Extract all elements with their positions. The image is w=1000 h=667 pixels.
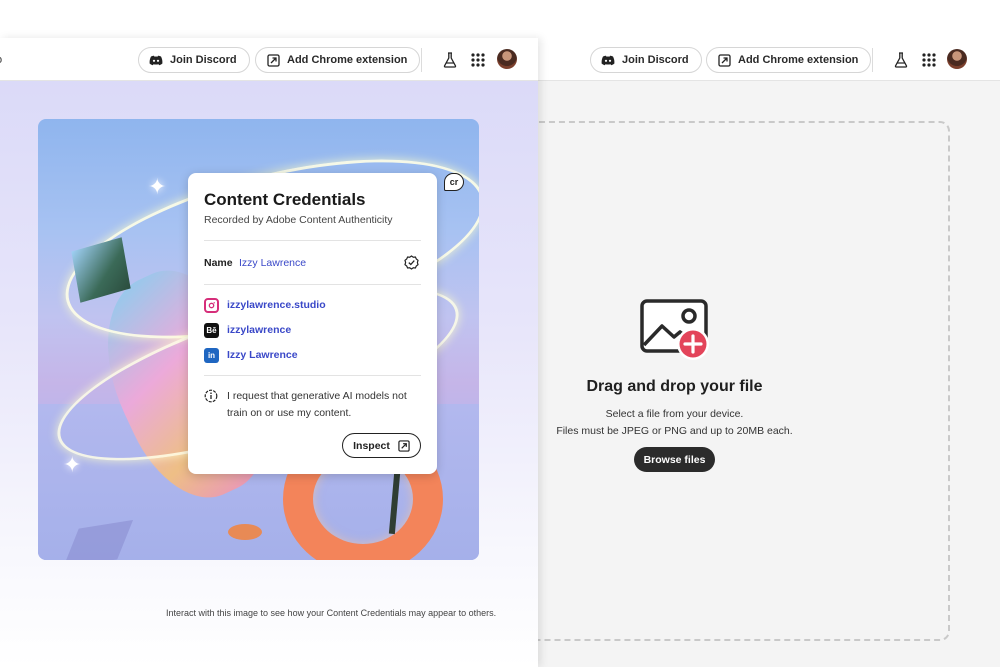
verified-check-icon	[404, 255, 419, 270]
instagram-icon	[204, 297, 219, 313]
external-link-icon	[717, 53, 731, 67]
artwork-fish	[228, 524, 262, 540]
name-label: Name	[204, 257, 233, 269]
truncated-header-text: o	[0, 54, 2, 66]
linkedin-icon: in	[204, 347, 219, 363]
add-chrome-extension-button[interactable]: Add Chrome extension	[255, 47, 421, 73]
add-chrome-extension-label: Add Chrome extension	[287, 54, 408, 66]
behance-handle: izzylawrence	[227, 324, 292, 336]
browse-files-button[interactable]: Browse files	[634, 447, 715, 472]
divider	[204, 284, 421, 285]
ai-training-notice: I request that generative AI models not …	[227, 390, 407, 419]
header-divider	[421, 48, 422, 72]
content-credentials-badge[interactable]: cr	[444, 173, 464, 191]
divider	[204, 375, 421, 376]
drop-zone-instruction: Select a file from your device.	[605, 408, 744, 420]
credentials-title: Content Credentials	[204, 190, 366, 209]
linkedin-handle: Izzy Lawrence	[227, 349, 298, 361]
app-grid-icon[interactable]	[920, 51, 938, 69]
drop-zone-title: Drag and drop your file	[586, 378, 763, 395]
credentials-subtitle: Recorded by Adobe Content Authenticity	[204, 214, 393, 226]
content-credentials-panel: Content Credentials Recorded by Adobe Co…	[188, 173, 437, 474]
browser-top-strip	[0, 0, 1000, 38]
header-divider	[872, 48, 873, 72]
right-header: Join Discord Add Chrome extension	[537, 38, 1000, 81]
labs-flask-icon[interactable]	[892, 51, 910, 69]
drop-zone-file-requirements: Files must be JPEG or PNG and up to 20MB…	[556, 425, 793, 437]
instagram-link[interactable]: izzylawrence.studio	[204, 297, 326, 313]
user-avatar[interactable]	[497, 49, 517, 69]
join-discord-label: Join Discord	[170, 54, 237, 66]
inspect-button[interactable]: Inspect	[342, 433, 421, 458]
inspect-label: Inspect	[353, 439, 390, 452]
app-grid-icon[interactable]	[469, 51, 487, 69]
linkedin-link[interactable]: in Izzy Lawrence	[204, 347, 298, 363]
add-chrome-extension-button[interactable]: Add Chrome extension	[706, 47, 872, 73]
info-icon	[204, 389, 218, 403]
external-link-icon	[398, 439, 410, 452]
name-value: Izzy Lawrence	[239, 257, 307, 269]
interaction-hint: Interact with this image to see how your…	[166, 608, 497, 618]
external-link-icon	[266, 53, 280, 67]
join-discord-button[interactable]: Join Discord	[138, 47, 250, 73]
add-image-icon	[640, 299, 710, 361]
behance-link[interactable]: Bē izzylawrence	[204, 322, 291, 338]
join-discord-button[interactable]: Join Discord	[590, 47, 702, 73]
instagram-handle: izzylawrence.studio	[227, 299, 326, 311]
divider	[204, 240, 421, 241]
join-discord-label: Join Discord	[622, 54, 689, 66]
left-header: o Join Discord Add Chrome extension	[0, 38, 538, 81]
user-avatar[interactable]	[947, 49, 967, 69]
discord-icon	[149, 53, 163, 67]
labs-flask-icon[interactable]	[441, 51, 459, 69]
add-chrome-extension-label: Add Chrome extension	[738, 54, 859, 66]
discord-icon	[601, 53, 615, 67]
behance-icon: Bē	[204, 322, 219, 338]
sparkle-icon: ✦	[63, 452, 82, 477]
sparkle-icon: ✦	[148, 174, 167, 199]
